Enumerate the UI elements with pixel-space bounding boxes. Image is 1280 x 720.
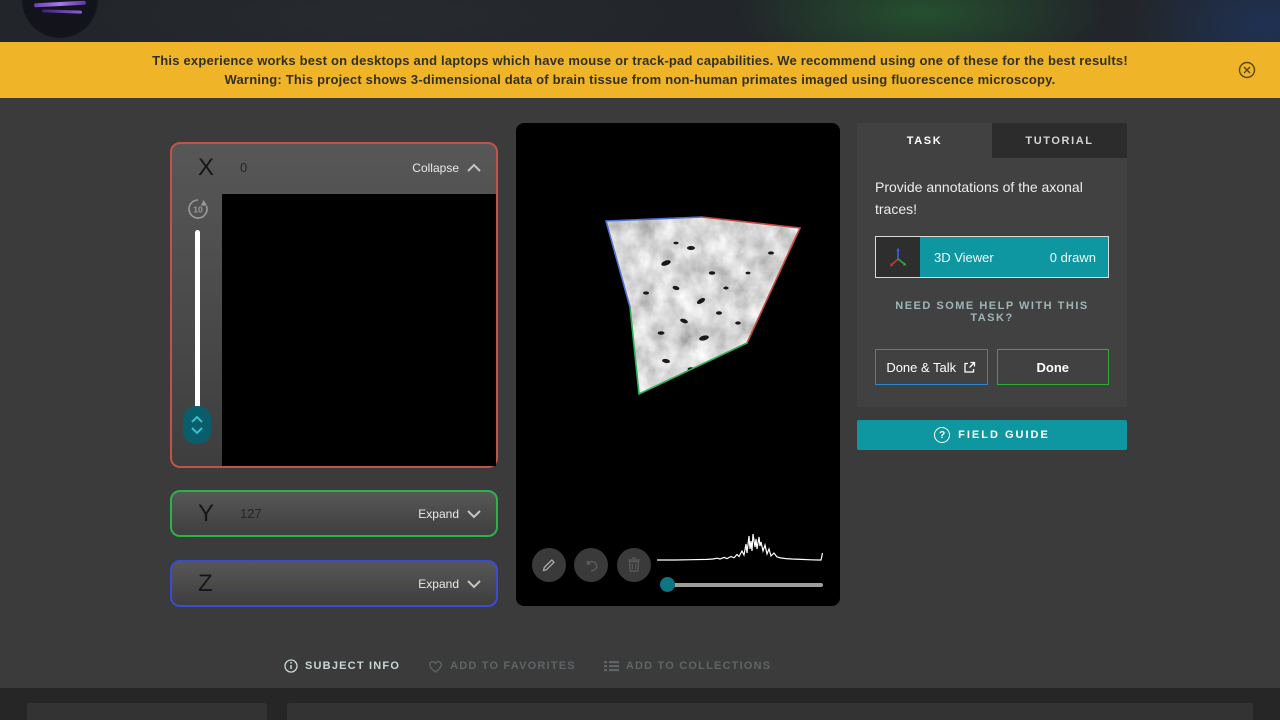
loop-10-number: 10 [193, 205, 203, 215]
done-and-talk-button[interactable]: Done & Talk [875, 349, 988, 386]
tool-label: 3D Viewer [934, 249, 994, 265]
banner-line-2: Warning: This project shows 3-dimensiona… [224, 72, 1056, 87]
warning-banner: This experience works best on desktops a… [0, 42, 1280, 98]
chevron-up-icon [191, 415, 203, 423]
undo-button[interactable] [574, 548, 608, 582]
pencil-icon [542, 559, 555, 572]
external-link-icon [964, 361, 976, 373]
chevron-up-icon [467, 163, 481, 172]
delete-trash-button[interactable] [617, 548, 651, 582]
bottom-card [27, 703, 267, 720]
field-guide-label: FIELD GUIDE [958, 429, 1050, 441]
3d-viewer-canvas[interactable] [516, 123, 840, 606]
tab-task[interactable]: TASK [857, 123, 992, 158]
add-favorites-label: ADD TO FAVORITES [450, 660, 576, 672]
x-slider-stepper[interactable] [183, 406, 211, 444]
logo-artwork [41, 9, 83, 14]
axis-panel-y-header: Y 127 Expand [172, 492, 496, 535]
axis-y-value: 127 [240, 506, 262, 521]
draw-pencil-button[interactable] [532, 548, 566, 582]
collections-list-icon [603, 661, 619, 672]
help-prompt: NEED SOME HELP WITH THIS TASK? [895, 300, 1089, 325]
add-to-collections-link[interactable]: ADD TO COLLECTIONS [603, 660, 772, 672]
expand-button[interactable]: Expand [418, 577, 482, 591]
chevron-down-icon [467, 509, 481, 518]
info-icon [284, 659, 298, 673]
loop-10-icon[interactable]: 10 [186, 197, 210, 221]
bottom-card [287, 703, 1253, 720]
tool-drawn-count: 0 drawn [1049, 249, 1096, 265]
expand-label: Expand [418, 576, 459, 591]
axis-z-label: Z [198, 569, 213, 597]
chevron-down-icon [191, 427, 203, 435]
axis-panel-x: X 0 Collapse 10 [170, 142, 498, 468]
expand-button[interactable]: Expand [418, 507, 482, 521]
undo-arrow-icon [585, 559, 597, 571]
axes-3d-icon [876, 237, 920, 278]
expand-label: Expand [418, 506, 459, 521]
x-slider-track[interactable] [195, 230, 200, 410]
axis-y-label: Y [198, 499, 215, 527]
banner-line-1: This experience works best on desktops a… [152, 53, 1128, 68]
contrast-slider-handle[interactable] [660, 577, 675, 592]
add-collections-label: ADD TO COLLECTIONS [625, 660, 772, 672]
field-guide-button[interactable]: ? FIELD GUIDE [857, 420, 1127, 450]
contrast-slider-track[interactable] [663, 583, 823, 587]
question-mark-icon: ? [934, 427, 951, 443]
close-icon[interactable] [1238, 61, 1256, 79]
axis-panel-x-header: X 0 Collapse [172, 144, 496, 191]
collapse-label: Collapse [412, 160, 459, 175]
bottom-section [0, 688, 1280, 720]
task-tab-row: TASK TUTORIAL [857, 123, 1127, 158]
tool-teal-bar: 3D Viewer 0 drawn [920, 237, 1108, 278]
done-button[interactable]: Done [996, 349, 1109, 386]
subject-info-link[interactable]: SUBJECT INFO [284, 659, 400, 673]
task-panel: TASK TUTORIAL Provide annotations of the… [857, 123, 1127, 408]
tab-tutorial[interactable]: TUTORIAL [992, 123, 1127, 158]
project-logo[interactable] [24, 0, 96, 36]
axis-panel-y: Y 127 Expand [170, 490, 498, 537]
x-slice-image[interactable] [222, 194, 496, 466]
trash-icon [628, 557, 640, 572]
subject-toolbar: SUBJECT INFO ADD TO FAVORITES ADD TO COL… [284, 659, 771, 673]
axis-x-value: 0 [240, 160, 248, 175]
tool-3d-viewer-row[interactable]: 3D Viewer 0 drawn [875, 236, 1109, 279]
axis-panel-z: Z Expand [170, 560, 498, 607]
collapse-button[interactable]: Collapse [412, 161, 482, 175]
subject-info-label: SUBJECT INFO [305, 660, 401, 672]
axis-panel-z-header: Z Expand [172, 562, 496, 605]
task-instruction: Provide annotations of the axonal traces… [875, 179, 1083, 217]
axis-x-label: X [198, 153, 215, 181]
intensity-histogram [657, 533, 824, 561]
add-to-favorites-link[interactable]: ADD TO FAVORITES [428, 660, 576, 673]
chevron-down-icon [467, 579, 481, 588]
logo-artwork [33, 0, 87, 8]
task-actions: Done & Talk Done [875, 349, 1109, 386]
hero-header [0, 0, 1280, 42]
heart-icon [429, 660, 442, 673]
task-body: Provide annotations of the axonal traces… [857, 158, 1127, 407]
done-talk-label: Done & Talk [886, 359, 957, 375]
